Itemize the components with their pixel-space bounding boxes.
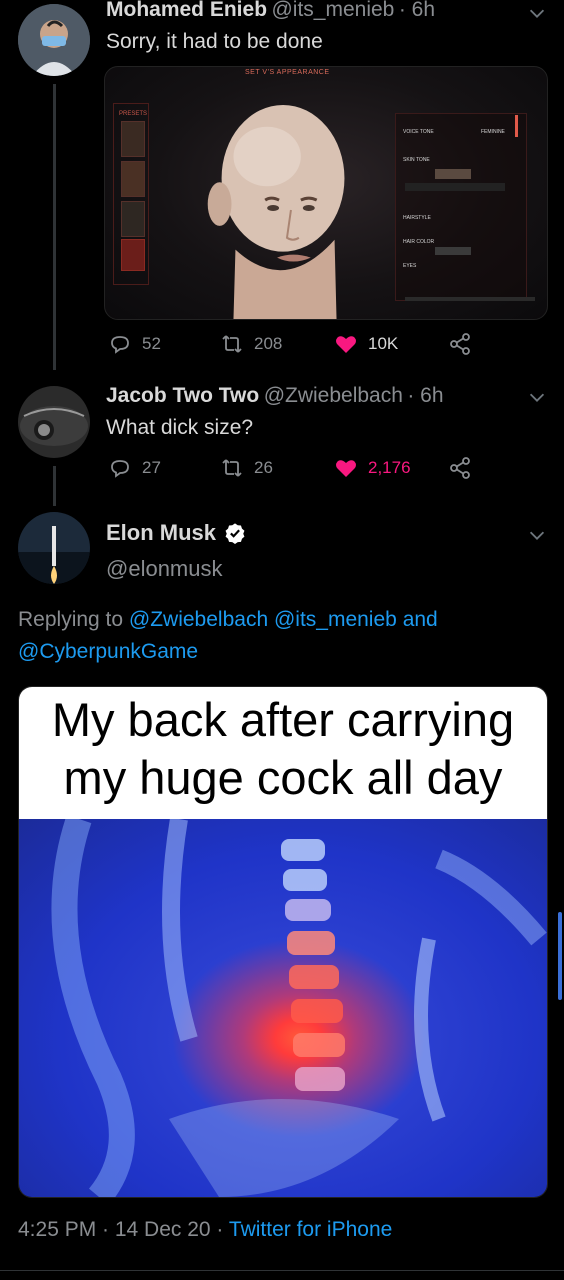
skin-tone-bar[interactable] bbox=[405, 183, 505, 191]
tweet-text: What dick size? bbox=[106, 416, 254, 439]
replying-to-handles[interactable]: @Zwiebelbach @its_menieb bbox=[129, 608, 397, 631]
tweet-time[interactable]: · 6h bbox=[399, 0, 435, 21]
tweet-client[interactable]: Twitter for iPhone bbox=[229, 1218, 392, 1241]
avatar-person-icon bbox=[18, 4, 90, 76]
creator-bottom-bar bbox=[405, 297, 535, 301]
author-name[interactable]: Jacob Two Two bbox=[106, 384, 259, 407]
chevron-down-icon[interactable] bbox=[526, 386, 548, 408]
meme-image[interactable]: My back after carrying my huge cock all … bbox=[18, 686, 548, 1198]
thread-line-2 bbox=[53, 466, 56, 506]
share-icon bbox=[450, 333, 470, 355]
author-name[interactable]: Mohamed Enieb bbox=[106, 0, 267, 21]
feminine-label: FEMININE bbox=[481, 129, 505, 135]
eyes-label: EYES bbox=[403, 263, 417, 269]
scrollbar-thumb[interactable] bbox=[558, 912, 562, 1000]
retweet-icon bbox=[222, 335, 242, 353]
meme-caption-panel: My back after carrying my huge cock all … bbox=[19, 687, 547, 819]
character-head-render bbox=[207, 104, 345, 319]
creator-header: SET V'S APPEARANCE bbox=[245, 69, 330, 76]
like-count: 2,176 bbox=[368, 458, 411, 477]
meme-caption: My back after carrying my huge cock all … bbox=[51, 693, 515, 804]
replying-to-and[interactable]: and bbox=[403, 608, 438, 631]
avatar-mohamed-enieb[interactable] bbox=[18, 4, 90, 76]
skin-tone-label: SKIN TONE bbox=[403, 157, 430, 163]
hairstyle-label: HAIRSTYLE bbox=[403, 215, 431, 221]
xray-back-image bbox=[19, 814, 547, 1197]
tweet-timestamp[interactable]: 4:25 PM · 14 Dec 20 · bbox=[18, 1218, 223, 1241]
share-action[interactable] bbox=[448, 332, 472, 356]
retweet-action[interactable]: 26 bbox=[220, 456, 273, 480]
retweet-count: 26 bbox=[254, 458, 273, 477]
replying-to-prefix: Replying to bbox=[18, 608, 124, 631]
chevron-down-icon[interactable] bbox=[526, 2, 548, 24]
skin-tone-swatch[interactable] bbox=[435, 169, 471, 179]
voice-tone-label: VOICE TONE bbox=[403, 129, 434, 135]
spine-xray-illustration bbox=[51, 814, 547, 1197]
author-handle[interactable]: @its_menieb bbox=[271, 0, 394, 21]
like-count: 10K bbox=[368, 334, 399, 353]
tweet-meta: 4:25 PM · 14 Dec 20 · Twitter for iPhone bbox=[18, 1218, 392, 1242]
creator-left-panel-frame bbox=[113, 103, 149, 285]
creator-right-panel bbox=[395, 113, 527, 301]
thread-line-1 bbox=[53, 84, 56, 370]
reply-icon bbox=[111, 460, 129, 478]
avatar-jacob-two-two[interactable] bbox=[18, 386, 90, 458]
reply-count: 27 bbox=[142, 458, 161, 477]
share-action[interactable] bbox=[448, 456, 472, 480]
like-action[interactable]: 10K bbox=[334, 332, 398, 356]
reply-count: 52 bbox=[142, 334, 161, 353]
reply-action[interactable]: 52 bbox=[108, 332, 161, 356]
retweet-icon bbox=[222, 459, 242, 477]
author-handle[interactable]: @Zwiebelbach bbox=[264, 384, 403, 407]
author-handle[interactable]: @elonmusk bbox=[106, 556, 223, 582]
replying-to-cyberpunk[interactable]: @CyberpunkGame bbox=[18, 640, 198, 663]
hair-color-label: HAIR COLOR bbox=[403, 239, 435, 245]
avatar-elon-musk[interactable] bbox=[18, 512, 90, 584]
verified-badge-icon bbox=[225, 523, 245, 544]
like-action[interactable]: 2,176 bbox=[334, 456, 411, 480]
hair-color-swatch[interactable] bbox=[435, 247, 471, 255]
tweet-image[interactable]: SET V'S APPEARANCE PRESETS VOICE TONE FE… bbox=[104, 66, 548, 320]
author-name[interactable]: Elon Musk bbox=[106, 520, 216, 546]
reply-icon bbox=[111, 336, 129, 354]
share-icon bbox=[450, 457, 470, 479]
avatar-car-icon bbox=[18, 386, 90, 458]
scroll-indicator[interactable] bbox=[515, 115, 518, 137]
tweet-text: Sorry, it had to be done bbox=[106, 30, 323, 53]
tweet-time[interactable]: · 6h bbox=[407, 384, 443, 407]
avatar-rocket-icon bbox=[18, 512, 90, 584]
retweet-action[interactable]: 208 bbox=[220, 332, 282, 356]
heart-icon bbox=[336, 336, 356, 353]
retweet-count: 208 bbox=[254, 334, 283, 353]
divider bbox=[0, 1270, 564, 1271]
reply-action[interactable]: 27 bbox=[108, 456, 161, 480]
replying-to: Replying to @Zwiebelbach @its_menieb and… bbox=[18, 604, 538, 668]
chevron-down-icon[interactable] bbox=[526, 524, 548, 546]
heart-icon bbox=[336, 460, 356, 477]
